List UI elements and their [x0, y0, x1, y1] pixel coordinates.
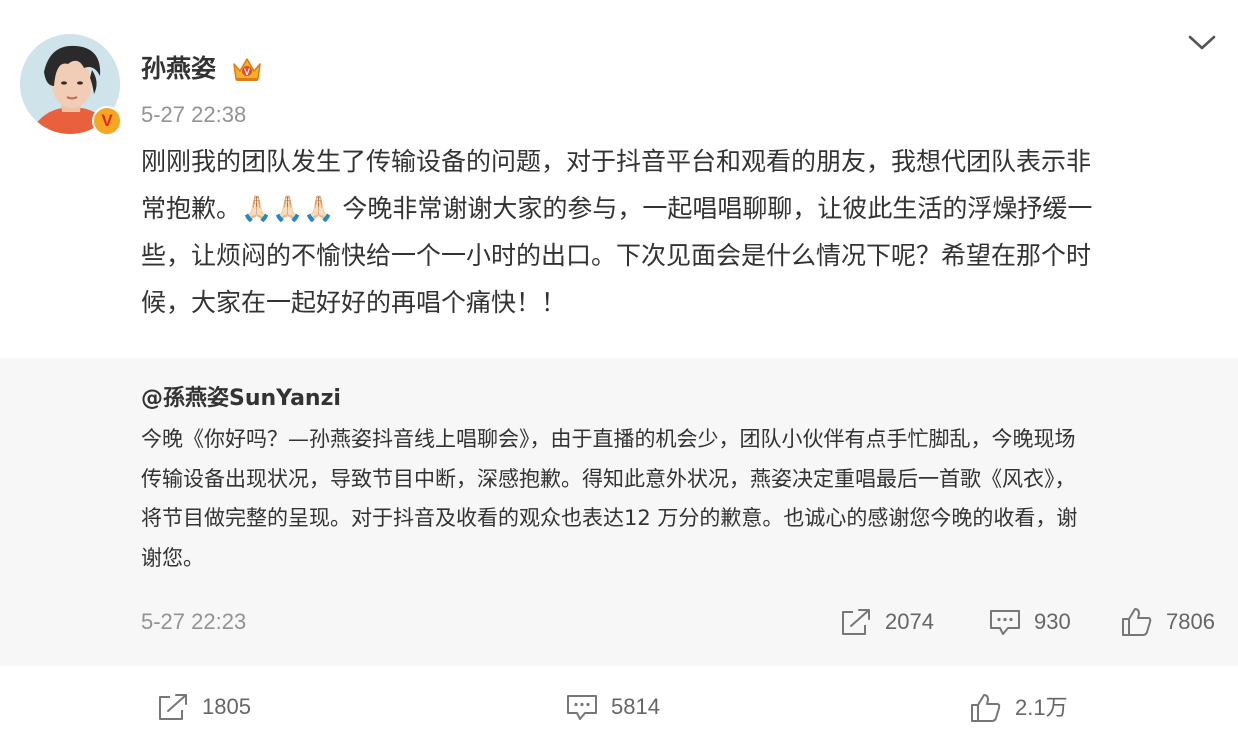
repost-share-count: 2074 [885, 609, 934, 634]
repost-timestamp[interactable]: 5-27 22:23 [141, 608, 246, 636]
weibo-post: V 孙燕姿 V 5-27 22:38 刚刚我的团队发生了传输设备的问题，对于抖音… [0, 0, 1238, 732]
repost-comment-button[interactable]: 930 [988, 607, 1071, 637]
crown-icon[interactable]: V [231, 54, 263, 84]
post-body-text: 刚刚我的团队发生了传输设备的问题，对于抖音平台和观看的朋友，我想代团队表示非 常… [141, 147, 1093, 317]
chevron-down-icon[interactable] [1186, 28, 1218, 56]
comment-icon [990, 610, 1020, 635]
repost-body-text: 今晚《你好吗？—孙燕姿抖音线上唱聊会》，由于直播的机会少，团队小伙伴有点手忙脚乱… [141, 427, 1078, 570]
comment-count: 5814 [611, 694, 660, 719]
post-username[interactable]: 孙燕姿 [141, 52, 216, 86]
repost-share-button[interactable]: 2074 [839, 607, 934, 637]
share-icon [842, 609, 870, 635]
avatar-container[interactable]: V [20, 34, 122, 136]
repost-comment-count: 930 [1034, 609, 1071, 634]
comment-icon [567, 695, 597, 720]
verified-badge-icon: V [92, 106, 122, 136]
share-button[interactable]: 1805 [156, 692, 251, 722]
post-timestamp[interactable]: 5-27 22:38 [141, 101, 246, 129]
thumbs-up-icon [1122, 608, 1152, 636]
share-count: 1805 [202, 694, 251, 719]
repost-author-link[interactable]: @孫燕姿SunYanzi [141, 384, 341, 414]
svg-text:V: V [244, 67, 250, 77]
thumbs-up-icon [971, 694, 1001, 722]
like-button[interactable]: 2.1万 [969, 692, 1068, 724]
like-count: 2.1万 [1015, 695, 1068, 720]
share-icon [159, 694, 187, 720]
comment-button[interactable]: 5814 [565, 692, 660, 722]
repost-like-button[interactable]: 7806 [1120, 606, 1215, 638]
verified-badge-letter: V [101, 111, 113, 130]
repost-like-count: 7806 [1166, 609, 1215, 634]
